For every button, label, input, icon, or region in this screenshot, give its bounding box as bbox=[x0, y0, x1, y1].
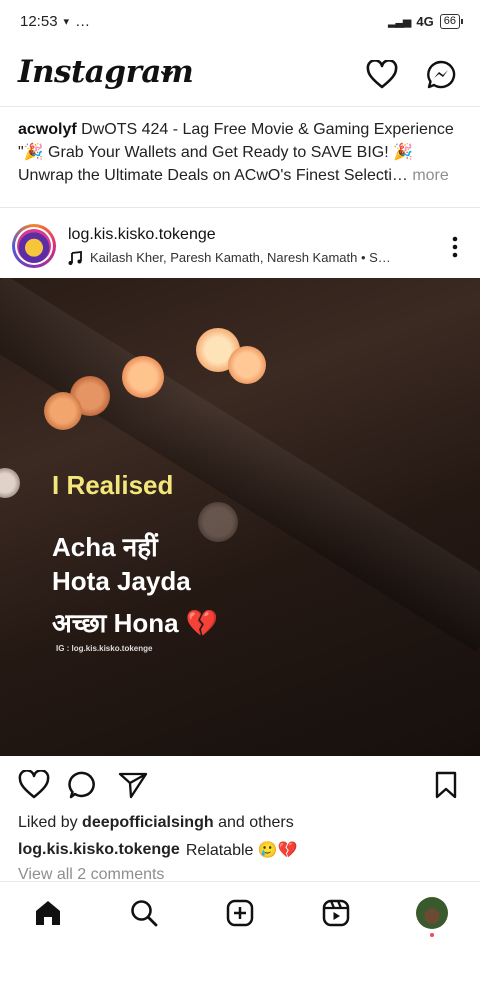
heart-icon[interactable] bbox=[366, 60, 398, 90]
nav-reels[interactable] bbox=[316, 893, 356, 933]
app-header: Instagram bbox=[0, 48, 480, 102]
liked-user[interactable]: deepofficialsingh bbox=[82, 814, 214, 831]
music-note-icon bbox=[68, 250, 82, 265]
bottom-nav bbox=[0, 881, 480, 944]
sponsor-line3: Unwrap the Ultimate Deals on ACwO's Fine… bbox=[18, 167, 408, 184]
home-icon bbox=[36, 901, 60, 925]
share-icon[interactable] bbox=[118, 771, 148, 799]
sponsored-caption: acwolyf DwOTS 424 - Lag Free Movie & Gam… bbox=[18, 118, 466, 187]
more-options-icon[interactable] bbox=[452, 236, 458, 258]
post-image[interactable]: I Realised Acha नहीं Hota Jayda अच्छा Ho… bbox=[0, 278, 480, 756]
signal-icon: ▂▃▅ bbox=[388, 15, 411, 28]
chevron-down-icon[interactable] bbox=[160, 70, 174, 80]
music-label: Kailash Kher, Paresh Kamath, Naresh Kama… bbox=[90, 250, 391, 265]
nav-home[interactable] bbox=[28, 893, 68, 933]
nav-profile[interactable] bbox=[412, 893, 452, 937]
bookmark-icon[interactable] bbox=[435, 771, 457, 799]
battery-icon: 66 bbox=[439, 13, 464, 29]
image-line-3: अच्छा Hona 💔 bbox=[52, 608, 219, 638]
sponsor-line1: DwOTS 424 - Lag Free Movie & Gaming Expe… bbox=[81, 121, 454, 138]
battery-level: 66 bbox=[443, 14, 456, 27]
music-info[interactable]: Kailash Kher, Paresh Kamath, Naresh Kama… bbox=[68, 250, 391, 265]
liked-prefix: Liked by bbox=[18, 814, 78, 831]
messenger-icon[interactable] bbox=[426, 60, 456, 90]
network-type: 4G bbox=[416, 13, 434, 29]
create-icon bbox=[226, 899, 254, 927]
profile-avatar bbox=[416, 897, 448, 929]
status-extras: … bbox=[75, 12, 91, 30]
caption-text: Relatable 🥲💔 bbox=[185, 842, 298, 859]
sponsor-account[interactable]: acwolyf bbox=[18, 121, 77, 138]
nav-create[interactable] bbox=[220, 893, 260, 933]
search-icon bbox=[131, 900, 158, 927]
post-caption: log.kis.kisko.tokenge Relatable 🥲💔 bbox=[18, 840, 298, 860]
image-heading: I Realised bbox=[52, 470, 174, 500]
comment-icon[interactable] bbox=[68, 770, 98, 800]
post-header: log.kis.kisko.tokenge Kailash Kher, Pare… bbox=[0, 222, 480, 276]
header-divider bbox=[0, 106, 480, 107]
post-actions bbox=[0, 768, 480, 804]
more-link[interactable]: more bbox=[412, 167, 448, 184]
image-line-2: Hota Jayda bbox=[52, 566, 191, 596]
reels-icon bbox=[322, 899, 350, 927]
avatar[interactable] bbox=[12, 224, 56, 268]
section-divider bbox=[0, 207, 480, 208]
status-bar: 12:53 ▾ … ▂▃▅ 4G 66 bbox=[0, 0, 480, 42]
sponsor-line2: "🎉 Grab Your Wallets and Get Ready to SA… bbox=[18, 144, 414, 161]
like-icon[interactable] bbox=[18, 770, 50, 800]
image-credit: IG : log.kis.kisko.tokenge bbox=[56, 644, 153, 653]
status-time: 12:53 bbox=[20, 12, 58, 30]
image-line-1: Acha नहीं bbox=[52, 532, 158, 562]
view-comments-link[interactable]: View all 2 comments bbox=[18, 866, 164, 882]
notification-dot bbox=[430, 933, 434, 937]
nav-search[interactable] bbox=[124, 893, 164, 933]
likes-summary: Liked by deepofficialsingh and others bbox=[18, 814, 294, 832]
caption-username[interactable]: log.kis.kisko.tokenge bbox=[18, 841, 180, 859]
post-username[interactable]: log.kis.kisko.tokenge bbox=[68, 226, 216, 244]
liked-suffix: and others bbox=[218, 814, 294, 831]
wifi-icon: ▾ bbox=[63, 15, 70, 28]
